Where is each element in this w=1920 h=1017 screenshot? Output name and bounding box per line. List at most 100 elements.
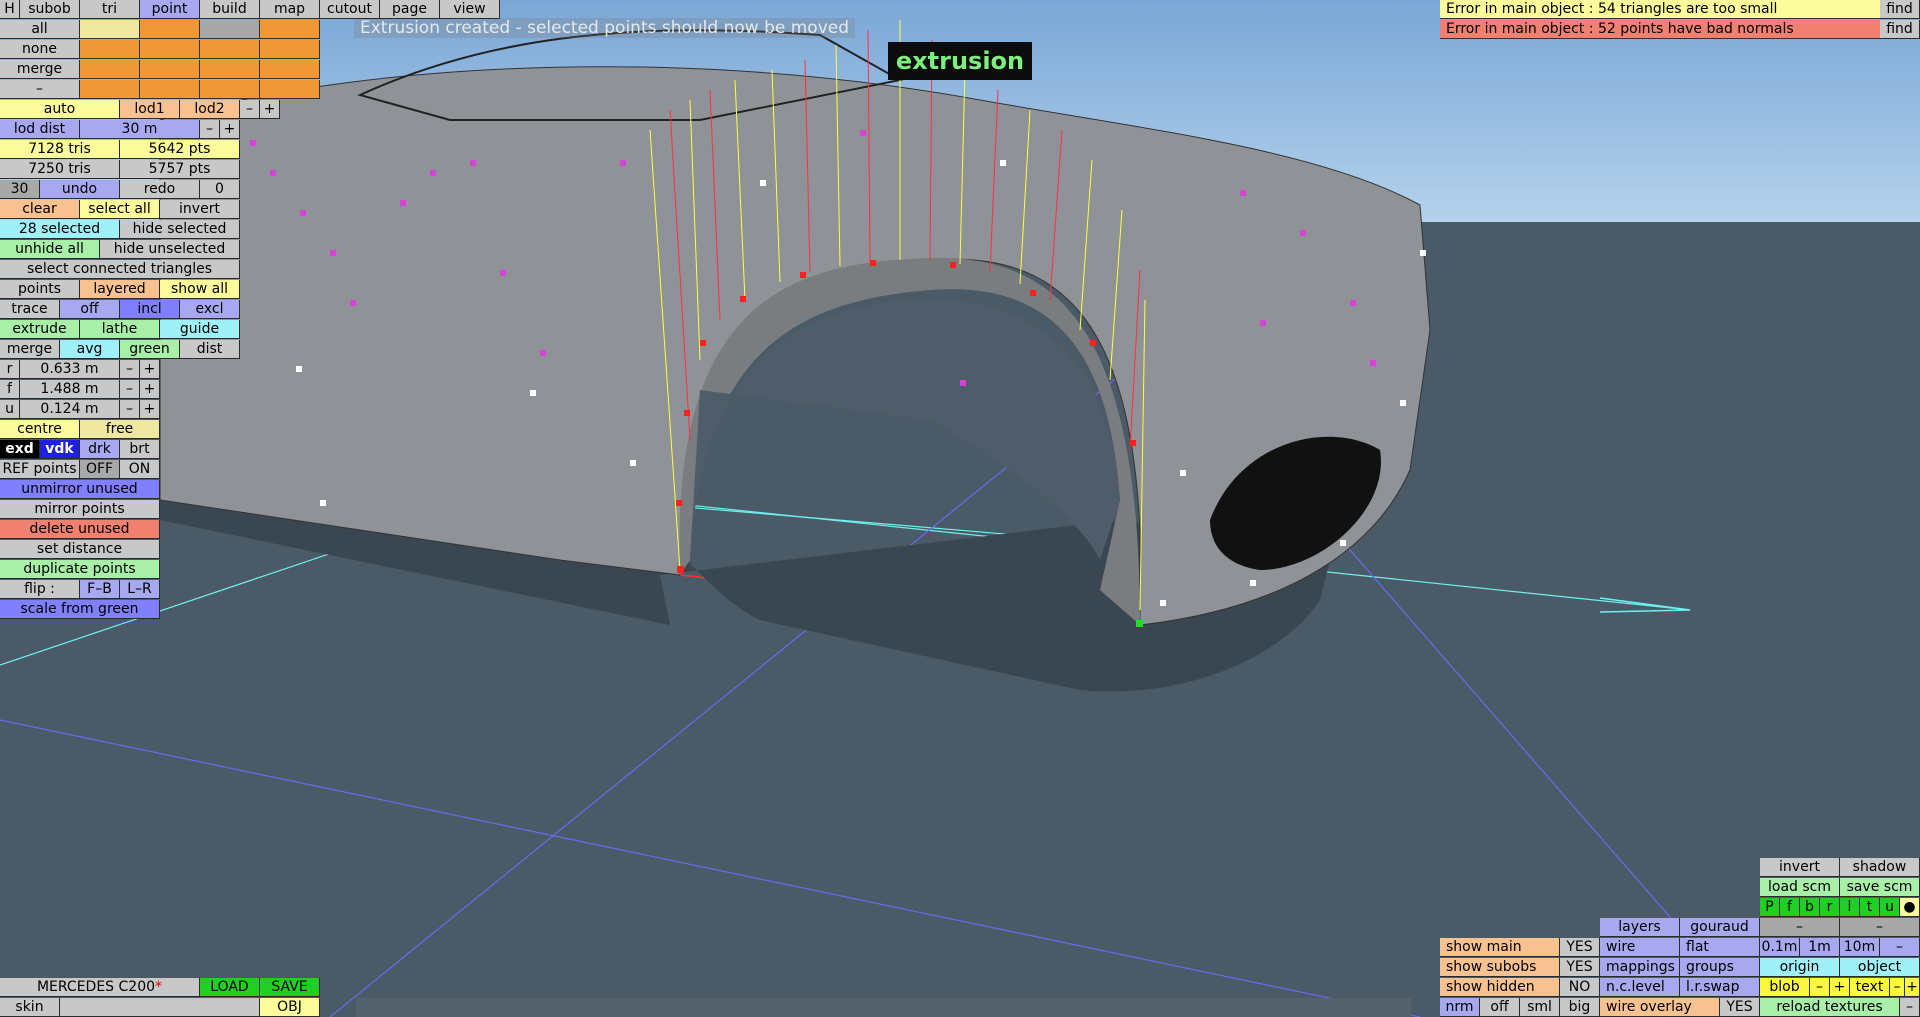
nrm-sml-button[interactable]: sml (1520, 998, 1560, 1017)
blob-button[interactable]: blob (1760, 978, 1810, 997)
merge-points-button[interactable]: merge (0, 340, 60, 359)
lod-minus-button[interactable]: – (240, 100, 260, 119)
ref-on-button[interactable]: ON (120, 460, 160, 479)
view-p-button[interactable]: P (1760, 898, 1780, 917)
view-f-button[interactable]: f (1780, 898, 1800, 917)
object-button[interactable]: object (1840, 958, 1920, 977)
show-hidden-toggle[interactable]: NO (1560, 978, 1600, 997)
swatch-orange[interactable] (200, 40, 260, 59)
view-u-button[interactable]: u (1880, 898, 1900, 917)
shadow-button[interactable]: shadow (1840, 858, 1920, 877)
reload-textures-button[interactable]: reload textures (1760, 998, 1900, 1017)
text-button[interactable]: text (1850, 978, 1890, 997)
vdk-button[interactable]: vdk (40, 440, 80, 459)
swatch-orange[interactable] (140, 40, 200, 59)
swatch-orange[interactable] (140, 60, 200, 79)
scale-from-green-button[interactable]: scale from green (0, 600, 160, 619)
gouraud-button[interactable]: gouraud (1680, 918, 1760, 937)
swatch-orange[interactable] (140, 20, 200, 39)
tab-point[interactable]: point (140, 0, 200, 19)
ref-off-button[interactable]: OFF (80, 460, 120, 479)
centre-button[interactable]: centre (0, 420, 80, 439)
wire-overlay-toggle[interactable]: YES (1720, 998, 1760, 1017)
grid-1m-button[interactable]: 1m (1800, 938, 1840, 957)
mappings-button[interactable]: mappings (1600, 958, 1680, 977)
axis-u-minus[interactable]: – (120, 400, 140, 419)
lod-auto-button[interactable]: auto (0, 100, 120, 119)
save-button[interactable]: SAVE (260, 978, 320, 997)
view-b-button[interactable]: b (1800, 898, 1820, 917)
dash-button[interactable]: – (1760, 918, 1840, 937)
error-find-button[interactable]: find (1880, 20, 1920, 39)
axis-r-minus[interactable]: – (120, 360, 140, 379)
nc-level-button[interactable]: n.c.level (1600, 978, 1680, 997)
select-all-row[interactable]: all (0, 20, 80, 39)
merge-dist-button[interactable]: dist (180, 340, 240, 359)
delete-unused-button[interactable]: delete unused (0, 520, 160, 539)
invert-selection-button[interactable]: invert (160, 200, 240, 219)
grid-dash-button[interactable]: – (1880, 938, 1920, 957)
trace-incl-button[interactable]: incl (120, 300, 180, 319)
grid-0-1m-button[interactable]: 0.1m (1760, 938, 1800, 957)
trace-excl-button[interactable]: excl (180, 300, 240, 319)
swatch-grey[interactable] (200, 20, 260, 39)
view-l-button[interactable]: l (1840, 898, 1860, 917)
set-distance-button[interactable]: set distance (0, 540, 160, 559)
free-button[interactable]: free (80, 420, 160, 439)
load-scm-button[interactable]: load scm (1760, 878, 1840, 897)
flip-fb-button[interactable]: F–B (80, 580, 120, 599)
clear-button[interactable]: clear (0, 200, 80, 219)
guide-button[interactable]: guide (160, 320, 240, 339)
exd-button[interactable]: exd (0, 440, 40, 459)
lod-plus-button[interactable]: + (260, 100, 280, 119)
tab-subob[interactable]: subob (20, 0, 80, 19)
flat-button[interactable]: flat (1680, 938, 1760, 957)
swatch-orange[interactable] (140, 80, 200, 99)
axis-f-plus[interactable]: + (140, 380, 160, 399)
unhide-all-button[interactable]: unhide all (0, 240, 100, 259)
swatch-pale[interactable] (80, 20, 140, 39)
dash-button[interactable]: – (1840, 918, 1920, 937)
undo-button[interactable]: undo (40, 180, 120, 199)
swatch-orange[interactable] (200, 60, 260, 79)
reload-minus-button[interactable]: – (1900, 998, 1920, 1017)
grid-10m-button[interactable]: 10m (1840, 938, 1880, 957)
3d-viewport[interactable] (0, 0, 1920, 1017)
groups-button[interactable]: groups (1680, 958, 1760, 977)
tab-h[interactable]: H (0, 0, 20, 19)
show-all-button[interactable]: show all (160, 280, 240, 299)
axis-f-minus[interactable]: – (120, 380, 140, 399)
swatch-orange[interactable] (260, 40, 320, 59)
swatch-orange[interactable] (80, 60, 140, 79)
text-plus-button[interactable]: + (1905, 978, 1920, 997)
tab-view[interactable]: view (440, 0, 500, 19)
unmirror-unused-button[interactable]: unmirror unused (0, 480, 160, 499)
swatch-orange[interactable] (260, 60, 320, 79)
select-all-button[interactable]: select all (80, 200, 160, 219)
axis-r-plus[interactable]: + (140, 360, 160, 379)
lod1-button[interactable]: lod1 (120, 100, 180, 119)
text-minus-button[interactable]: – (1890, 978, 1905, 997)
tab-build[interactable]: build (200, 0, 260, 19)
skin-field[interactable] (60, 998, 260, 1017)
tab-tri[interactable]: tri (80, 0, 140, 19)
axis-u-value[interactable]: 0.124 m (20, 400, 120, 419)
hide-unselected-button[interactable]: hide unselected (100, 240, 240, 259)
invert-view-button[interactable]: invert (1760, 858, 1840, 877)
nrm-big-button[interactable]: big (1560, 998, 1600, 1017)
model-name[interactable]: MERCEDES C200* (0, 978, 200, 997)
obj-button[interactable]: OBJ (260, 998, 320, 1017)
lod-dist-value[interactable]: 30 m (80, 120, 200, 139)
wire-button[interactable]: wire (1600, 938, 1680, 957)
trace-off-button[interactable]: off (60, 300, 120, 319)
layers-button[interactable]: layers (1600, 918, 1680, 937)
nrm-off-button[interactable]: off (1480, 998, 1520, 1017)
brt-button[interactable]: brt (120, 440, 160, 459)
merge-green-button[interactable]: green (120, 340, 180, 359)
points-button[interactable]: points (0, 280, 80, 299)
view-dot-icon[interactable]: ● (1900, 898, 1920, 917)
load-button[interactable]: LOAD (200, 978, 260, 997)
tab-map[interactable]: map (260, 0, 320, 19)
lod2-button[interactable]: lod2 (180, 100, 240, 119)
tab-cutout[interactable]: cutout (320, 0, 380, 19)
